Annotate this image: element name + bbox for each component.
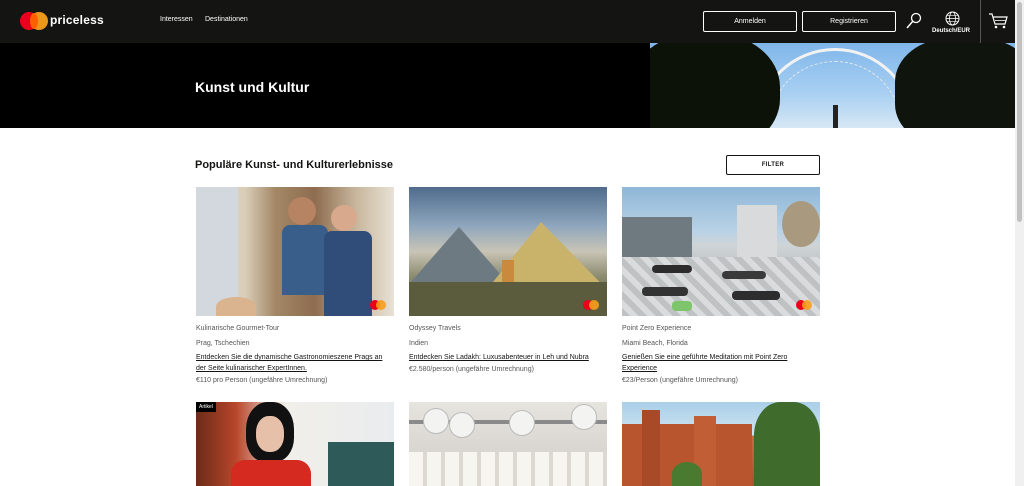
card-price: €110 pro Person (ungefähre Umrechnung): [196, 377, 328, 384]
register-button[interactable]: Registrieren: [802, 11, 896, 32]
card-location: Indien: [409, 340, 429, 347]
card-image-hangers[interactable]: [409, 402, 607, 486]
mastercard-badge-icon: [583, 300, 599, 310]
card-description-link[interactable]: Entdecken Sie Ladakh: Luxusabenteuer in …: [409, 352, 601, 363]
card-price: €23/Person (ungefähre Umrechnung): [622, 377, 738, 384]
card-price: €2.580/person (ungefähre Umrechnung): [409, 366, 534, 373]
article-tag: Artikel: [196, 402, 216, 412]
card-image-ladakh[interactable]: [409, 187, 607, 316]
card-location: Prag, Tschechien: [196, 340, 250, 347]
nav-interessen[interactable]: Interessen: [160, 16, 193, 23]
section-title: Populäre Kunst- und Kulturerlebnisse: [195, 159, 394, 171]
search-icon[interactable]: [905, 12, 923, 35]
cart-icon[interactable]: [988, 13, 1008, 34]
card-image-portrait[interactable]: [196, 402, 394, 486]
card-image-meditation[interactable]: [622, 187, 820, 316]
mastercard-logo[interactable]: [20, 12, 48, 30]
card-location: Miami Beach, Florida: [622, 340, 688, 347]
nav-divider: [980, 0, 981, 43]
page-title: Kunst und Kultur: [195, 79, 310, 95]
hero-ferris-wheel-image: [650, 43, 1015, 128]
card-description-link[interactable]: Genießen Sie eine geführte Meditation mi…: [622, 352, 814, 374]
login-button[interactable]: Anmelden: [703, 11, 797, 32]
filter-button[interactable]: FILTER: [726, 155, 820, 175]
card-description-link[interactable]: Entdecken Sie die dynamische Gastronomie…: [196, 352, 388, 374]
brand-name[interactable]: priceless: [50, 13, 104, 27]
card-partner: Kulinarische Gourmet-Tour: [196, 325, 280, 332]
mastercard-badge-icon: [796, 300, 812, 310]
scrollbar-thumb[interactable]: [1017, 2, 1022, 222]
mastercard-badge-icon: [370, 300, 386, 310]
card-partner: Odyssey Travels: [409, 325, 461, 332]
hero-banner: Kunst und Kultur: [0, 43, 1015, 128]
nav-destinationen[interactable]: Destinationen: [205, 16, 248, 23]
language-currency-label[interactable]: Deutsch/EUR: [932, 28, 970, 34]
card-partner: Point Zero Experience: [622, 325, 692, 332]
top-navigation: priceless Interessen Destinationen Anmel…: [0, 0, 1015, 43]
card-image-gourmet[interactable]: [196, 187, 394, 316]
card-image-fort[interactable]: [622, 402, 820, 486]
